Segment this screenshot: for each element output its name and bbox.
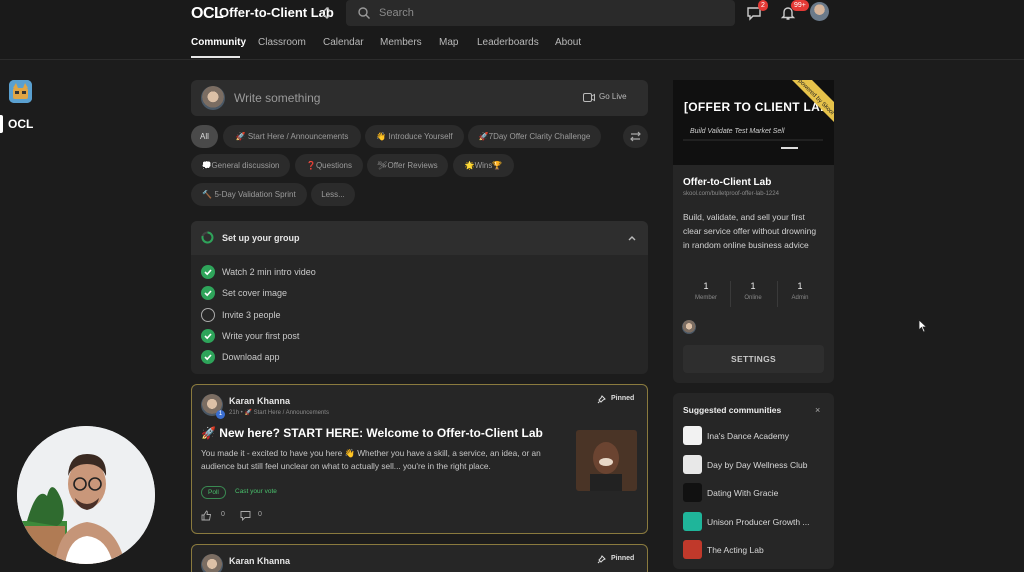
post-meta: 21h • 🚀 Start Here / Announcements <box>229 410 329 416</box>
suggested-community-name[interactable]: The Acting Lab <box>707 545 821 555</box>
pin-icon <box>597 395 606 404</box>
user-avatar[interactable] <box>810 2 829 21</box>
search-icon <box>358 7 370 19</box>
filter-settings-button[interactable] <box>623 125 648 148</box>
chip-all[interactable]: All <box>191 125 218 148</box>
stat-divider <box>730 281 731 307</box>
stat-admin-value[interactable]: 1 <box>780 281 820 291</box>
setup-task-label[interactable]: Set cover image <box>222 288 287 298</box>
stat-online-value[interactable]: 1 <box>733 281 773 291</box>
like-icon[interactable] <box>201 510 212 521</box>
post-body: You made it - excited to have you here 👋… <box>201 448 541 471</box>
go-live-button[interactable]: Go Live <box>599 92 627 101</box>
chip-start-here[interactable]: 🚀 Start Here / Announcements <box>223 125 361 148</box>
powered-by-ribbon: powered by Skool <box>792 80 834 122</box>
stat-members-label: Member <box>694 295 717 301</box>
rail-ocl-icon[interactable]: OCL <box>8 117 33 131</box>
composer-placeholder[interactable]: Write something <box>234 91 320 105</box>
level-badge: 1 <box>216 410 225 419</box>
video-camera-icon <box>583 93 595 102</box>
group-name[interactable]: Offer-to-Client Lab <box>219 5 334 20</box>
stat-divider <box>777 281 778 307</box>
community-logo-icon[interactable] <box>683 540 702 559</box>
comment-icon[interactable] <box>240 510 251 521</box>
settings-button[interactable]: SETTINGS <box>683 345 824 373</box>
chip-less[interactable]: Less... <box>311 183 355 206</box>
chip-introduce-yourself[interactable]: 👋 Introduce Yourself <box>365 125 464 148</box>
setup-task-label[interactable]: Watch 2 min intro video <box>222 267 316 277</box>
active-tab-indicator <box>191 56 240 58</box>
member-avatar[interactable] <box>682 320 696 334</box>
progress-ring-icon <box>201 231 214 244</box>
community-logo-icon[interactable] <box>683 511 702 531</box>
setup-task-label[interactable]: Invite 3 people <box>222 310 281 320</box>
rail-community-icon[interactable] <box>9 80 32 103</box>
switch-group-icon[interactable] <box>321 6 333 20</box>
check-circle-icon[interactable] <box>201 286 215 301</box>
setup-title: Set up your group <box>222 233 300 243</box>
suggested-community-name[interactable]: Day by Day Wellness Club <box>707 460 821 470</box>
setup-task-label[interactable]: Download app <box>222 352 280 362</box>
suggested-title: Suggested communities <box>683 405 782 415</box>
tab-members[interactable]: Members <box>380 37 422 48</box>
like-count: 0 <box>221 511 225 518</box>
chip-offer-clarity-challenge[interactable]: 🚀7Day Offer Clarity Challenge <box>468 125 601 148</box>
pinned-label: Pinned <box>611 395 635 402</box>
close-icon[interactable]: × <box>815 405 820 415</box>
cover-subtitle: Build Validate Test Market Sell <box>690 128 785 135</box>
chip-questions[interactable]: ❓Questions <box>295 154 363 177</box>
community-logo-icon[interactable] <box>683 426 702 445</box>
post-author-name[interactable]: Karan Khanna <box>229 556 290 566</box>
chat-badge: 2 <box>758 0 768 11</box>
notification-badge: 99+ <box>791 0 809 11</box>
chevron-up-icon[interactable] <box>627 234 637 242</box>
webcam-overlay <box>17 426 155 564</box>
tab-map[interactable]: Map <box>439 37 458 48</box>
group-url[interactable]: skool.com/bulletproof-offer-lab-1224 <box>683 191 779 197</box>
cast-vote-link[interactable]: Cast your vote <box>235 488 277 495</box>
community-logo-icon[interactable] <box>683 483 702 502</box>
post-title[interactable]: 🚀 New here? START HERE: Welcome to Offer… <box>201 426 543 440</box>
post-author-avatar[interactable] <box>201 554 223 572</box>
empty-circle-icon[interactable] <box>201 307 215 322</box>
stat-admin-label: Admin <box>791 295 809 301</box>
comment-count: 0 <box>258 511 262 518</box>
post-thumbnail[interactable] <box>576 430 637 491</box>
tab-calendar[interactable]: Calendar <box>323 37 364 48</box>
chip-general-discussion[interactable]: 💭General discussion <box>191 154 290 177</box>
community-logo-icon[interactable] <box>683 454 702 474</box>
rail-active-indicator <box>0 115 3 133</box>
check-circle-icon[interactable] <box>201 265 215 279</box>
chip-offer-reviews[interactable]: 🛩Offer Reviews <box>367 154 448 177</box>
post-author-name[interactable]: Karan Khanna <box>229 396 290 406</box>
suggested-community-name[interactable]: Dating With Gracie <box>707 488 821 498</box>
stat-members-value[interactable]: 1 <box>686 281 726 291</box>
chip-wins[interactable]: 🌟Wins🏆 <box>453 154 514 177</box>
search-input[interactable] <box>379 4 719 22</box>
check-circle-icon[interactable] <box>201 350 215 365</box>
poll-badge: Poll <box>201 486 226 499</box>
tab-classroom[interactable]: Classroom <box>258 37 306 48</box>
suggested-community-name[interactable]: Ina's Dance Academy <box>707 431 821 441</box>
about-group-name: Offer-to-Client Lab <box>683 177 772 188</box>
suggested-community-name[interactable]: Unison Producer Growth ... <box>707 517 821 527</box>
stat-online-label: Online <box>744 295 762 301</box>
check-circle-icon[interactable] <box>201 328 215 343</box>
tab-about[interactable]: About <box>555 37 581 48</box>
setup-task-label[interactable]: Write your first post <box>222 331 299 341</box>
chip-validation-sprint[interactable]: 🔨 5-Day Validation Sprint <box>191 183 307 206</box>
group-description: Build, validate, and sell your first cle… <box>683 212 817 250</box>
composer-avatar <box>201 86 225 110</box>
tab-community[interactable]: Community <box>191 37 246 48</box>
sliders-icon <box>630 131 641 142</box>
mouse-cursor <box>918 319 928 333</box>
pinned-label: Pinned <box>611 555 635 562</box>
tab-leaderboards[interactable]: Leaderboards <box>477 37 539 48</box>
pin-icon <box>597 555 606 564</box>
